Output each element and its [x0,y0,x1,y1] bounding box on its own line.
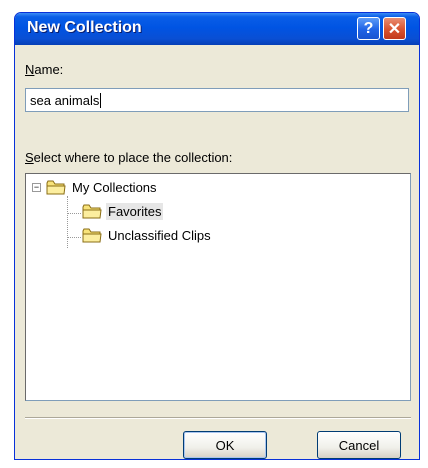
name-input-value: sea animals [30,92,100,108]
close-button[interactable]: ✕ [383,17,406,40]
help-button[interactable]: ? [357,17,380,40]
tree-connector [67,196,68,248]
name-label: Name: [25,62,63,77]
ok-button[interactable]: OK [183,431,267,459]
tree-node-favorites[interactable]: Favorites [82,201,164,221]
name-label-accelerator: N [25,62,35,77]
tree-node-unclassified-clips[interactable]: Unclassified Clips [82,225,213,245]
dialog-title: New Collection [27,19,142,36]
place-label-text: elect where to place the collection: [33,150,233,165]
tree-node-my-collections[interactable]: My Collections [46,177,159,197]
folder-icon [46,180,66,195]
text-caret [100,92,102,108]
cancel-button[interactable]: Cancel [317,431,401,459]
place-label: Select where to place the collection: [25,150,232,165]
collections-tree[interactable]: − My Collections Favorites Unclassified … [25,173,411,401]
title-bar[interactable]: New Collection ? ✕ [15,13,419,45]
place-label-accelerator: S [25,150,34,165]
close-icon: ✕ [387,20,402,38]
tree-connector [67,237,81,238]
collapse-icon[interactable]: − [32,183,41,192]
name-input[interactable]: sea animals [25,88,409,112]
tree-node-label: Favorites [106,202,164,220]
folder-icon [82,228,102,243]
tree-node-label: My Collections [72,179,157,195]
tree-node-label: Unclassified Clips [108,227,211,243]
help-icon: ? [363,19,374,37]
new-collection-dialog: New Collection ? ✕ Name: sea animals Sel… [14,12,420,460]
folder-icon [82,204,102,219]
tree-connector [67,213,81,214]
separator [25,417,411,419]
name-label-text: ame: [34,62,64,77]
